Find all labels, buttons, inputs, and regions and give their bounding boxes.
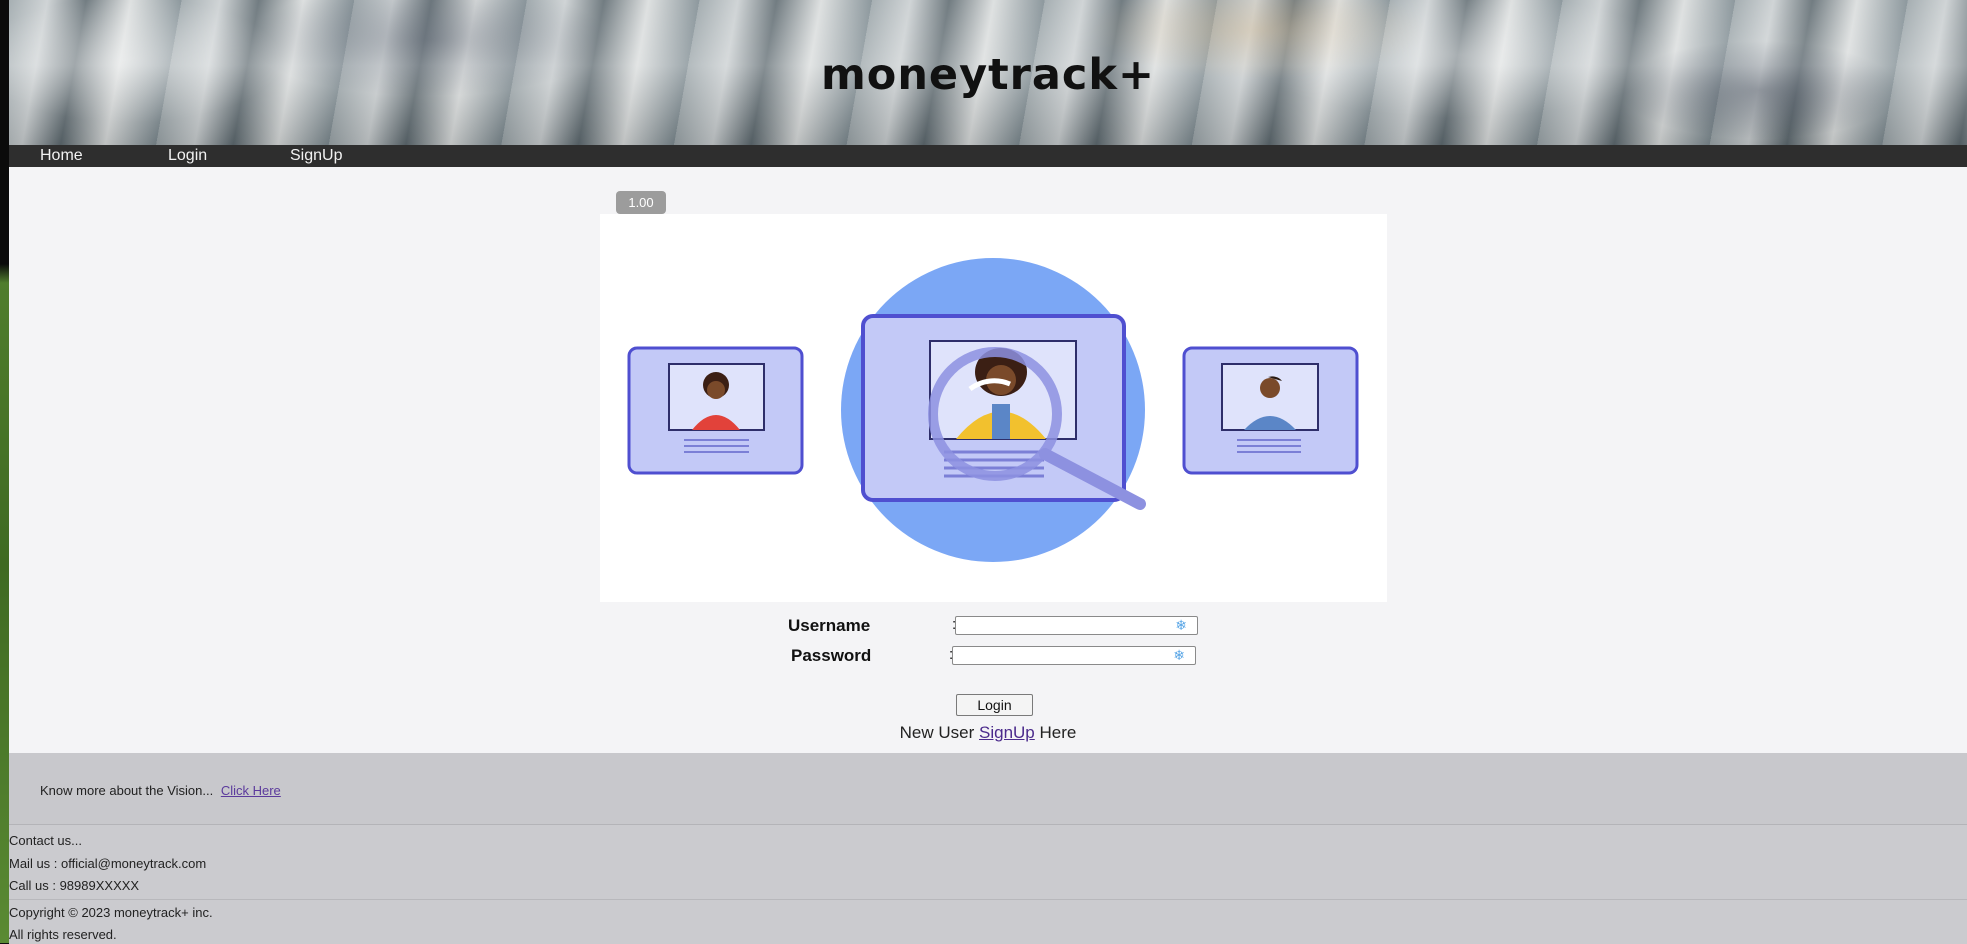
password-input[interactable]	[953, 647, 1155, 664]
username-label: Username	[788, 616, 871, 635]
contact-phone: Call us : 98989XXXXX	[9, 878, 140, 893]
vision-text: Know more about the Vision...	[40, 783, 214, 798]
signup-suffix: Here	[1039, 723, 1077, 742]
left-profile-card	[627, 346, 804, 475]
right-profile-card	[1182, 346, 1359, 475]
window-edge	[0, 0, 9, 943]
contact-mail: Mail us : official@moneytrack.com	[9, 856, 207, 871]
profile-search-illustration	[600, 214, 1387, 602]
zoom-level-badge: 1.00	[616, 191, 666, 214]
rights-text: All rights reserved.	[9, 927, 117, 942]
contact-section: Contact us... Mail us : official@moneytr…	[9, 825, 1967, 899]
vision-click-here-link[interactable]: Click Here	[221, 783, 281, 798]
signup-link[interactable]: SignUp	[979, 723, 1035, 742]
vision-section: Know more about the Vision... Click Here	[9, 753, 1967, 825]
contact-heading: Contact us...	[9, 833, 82, 848]
navbar: Home Login SignUp	[9, 145, 1967, 167]
autofill-key-icon[interactable]: ❄	[1175, 617, 1187, 634]
signup-prompt: New User SignUp Here	[9, 723, 1967, 743]
site-title: moneytrack+	[820, 50, 1156, 100]
nav-signup-link[interactable]: SignUp	[290, 147, 342, 165]
illustration-svg	[627, 258, 1359, 562]
login-button[interactable]: Login	[956, 694, 1033, 716]
username-input[interactable]	[956, 617, 1157, 634]
header-banner: moneytrack+	[9, 0, 1967, 145]
nav-home-link[interactable]: Home	[40, 147, 83, 165]
footer: Copyright © 2023 moneytrack+ inc. All ri…	[9, 899, 1967, 944]
page: moneytrack+ Home Login SignUp 1.00 Usern…	[9, 0, 1967, 944]
autofill-key-icon[interactable]: ❄	[1173, 647, 1185, 664]
nav-login-link[interactable]: Login	[168, 147, 207, 165]
signup-prefix: New User	[899, 723, 975, 742]
password-field[interactable]: ❄	[952, 646, 1196, 665]
login-form: Username : ❄ Password : ❄ Login New User…	[9, 612, 1967, 742]
vision-prompt: Know more about the Vision... Click Here	[40, 783, 281, 798]
password-label: Password	[791, 646, 872, 665]
username-field[interactable]: ❄	[955, 616, 1198, 635]
copyright-text: Copyright © 2023 moneytrack+ inc.	[9, 905, 213, 920]
